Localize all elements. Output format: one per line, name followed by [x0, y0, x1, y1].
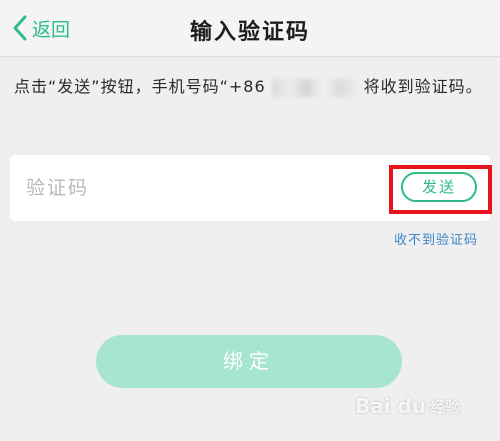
watermark: Bai du 经验	[355, 394, 460, 418]
bind-button[interactable]: 绑定	[96, 335, 402, 388]
page-title: 输入验证码	[189, 20, 310, 45]
watermark-sub-text: 经验	[430, 397, 461, 416]
send-code-button[interactable]: 发送	[401, 172, 477, 202]
redacted-phone-number	[271, 78, 358, 97]
top-navigation-bar: 返回 输入验证码	[0, 0, 500, 57]
watermark-logo-text: Bai du	[355, 394, 427, 418]
verification-code-input[interactable]	[24, 170, 328, 206]
no-code-received-link[interactable]: 收不到验证码	[394, 229, 478, 248]
instruction-suffix: 将收到验证码。	[363, 77, 483, 96]
instruction-text: 点击“发送”按钮，手机号码“+86 将收到验证码。	[14, 74, 484, 100]
instruction-prefix: 点击“发送”按钮，手机号码“+86	[14, 77, 266, 96]
